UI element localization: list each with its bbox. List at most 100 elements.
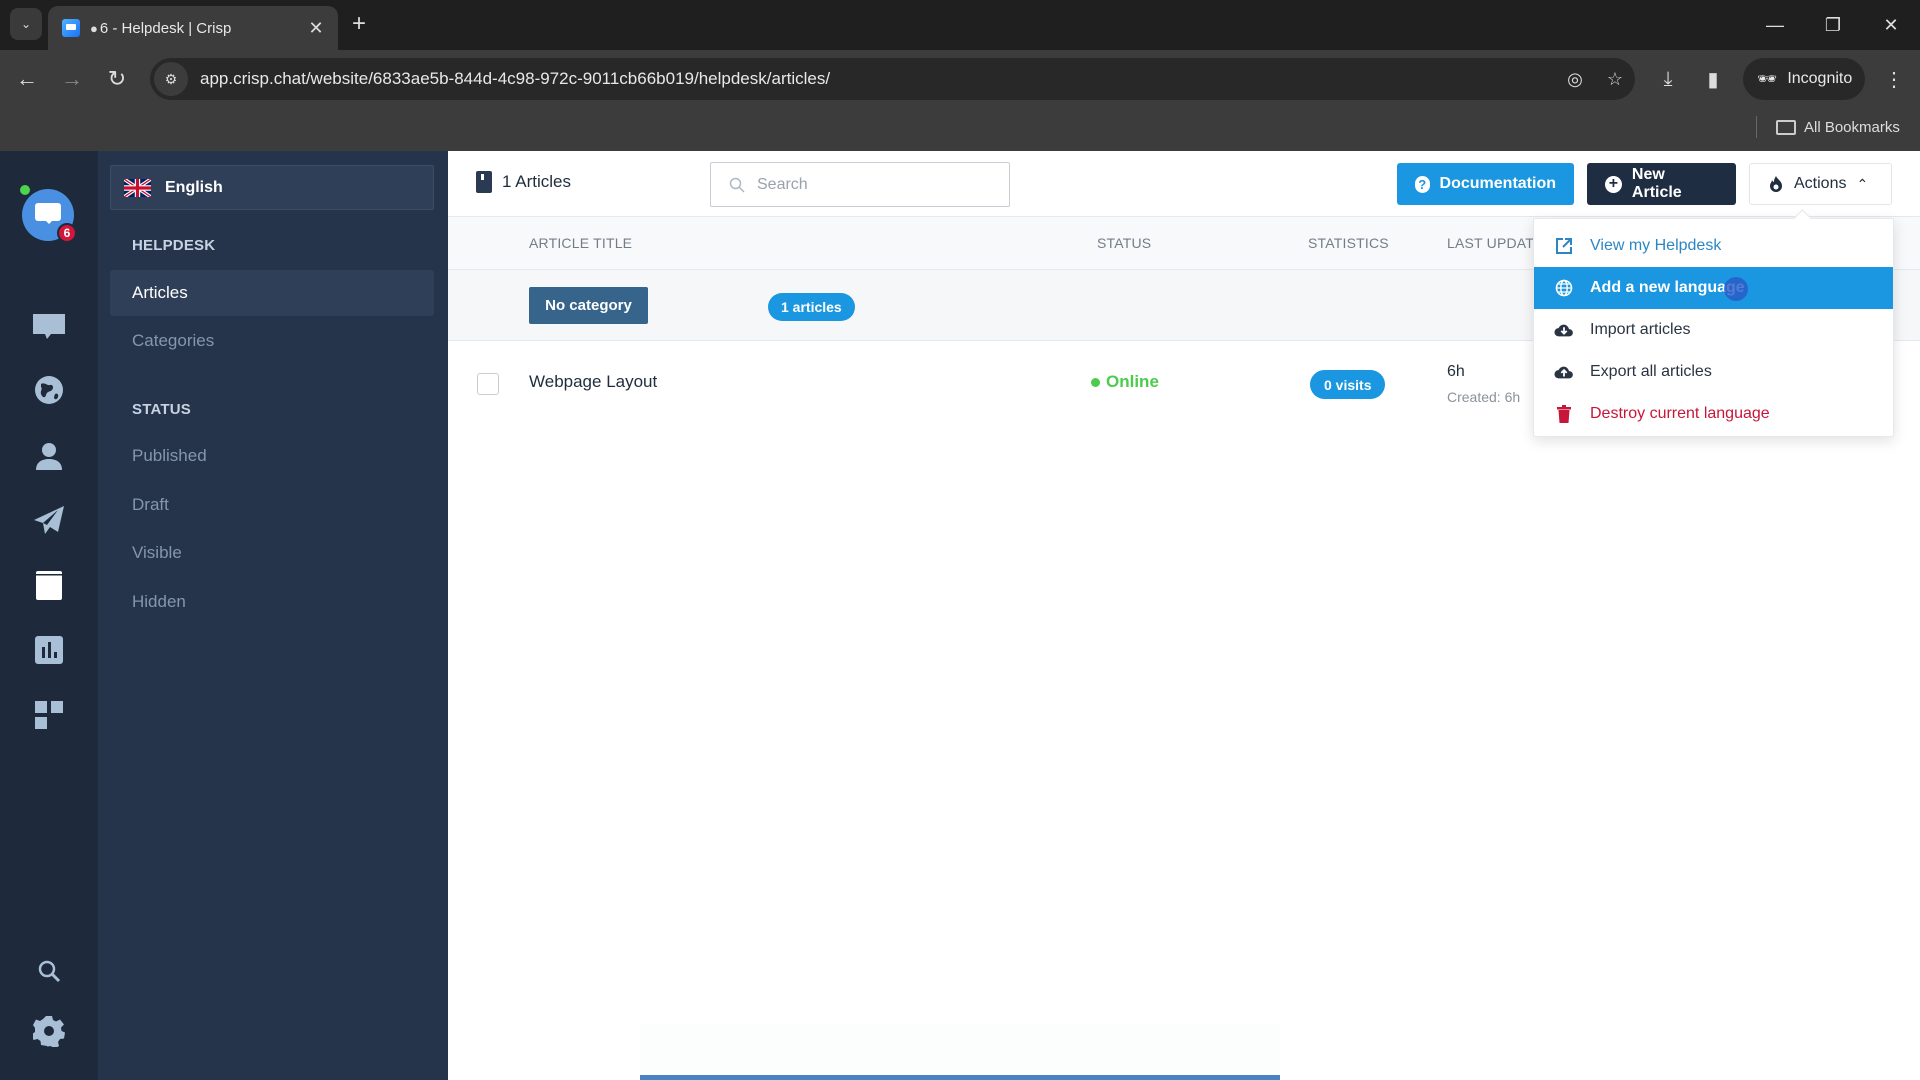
new-article-button[interactable]: + New Article <box>1587 163 1736 205</box>
plugins-icon[interactable] <box>29 695 69 735</box>
articles-count: 1 Articles <box>476 171 571 193</box>
minimize-button[interactable]: — <box>1746 0 1804 50</box>
menu-item-label: Import articles <box>1590 321 1691 338</box>
search-input[interactable] <box>757 175 977 194</box>
status-badge: Online <box>1091 372 1159 392</box>
language-selector[interactable]: English <box>110 165 434 210</box>
tab-search-button[interactable]: ⌄ <box>10 8 42 40</box>
url-text[interactable]: app.crisp.chat/website/6833ae5b-844d-4c9… <box>200 69 1555 89</box>
browser-tab[interactable]: ● 6 - Helpdesk | Crisp ✕ <box>48 6 338 50</box>
menu-item-label: Export all articles <box>1590 363 1712 380</box>
cloud-download-icon <box>1554 320 1574 340</box>
sidebar-item-hidden[interactable]: Hidden <box>110 579 434 625</box>
more-menu-icon[interactable]: ⋮ <box>1879 64 1909 94</box>
side-panel-icon[interactable]: ▮ <box>1698 64 1728 94</box>
cloud-upload-icon <box>1554 362 1574 382</box>
sidebar-item-label: Visible <box>132 543 182 562</box>
incognito-icon: 🕶 <box>1757 71 1778 88</box>
visitors-globe-icon[interactable] <box>29 370 69 410</box>
helpdesk-heading: HELPDESK <box>132 237 216 254</box>
online-status-dot <box>20 185 30 195</box>
chat-logo-icon <box>35 203 61 224</box>
column-article-title[interactable]: ARTICLE TITLE <box>529 235 632 251</box>
reload-button[interactable]: ↻ <box>102 64 132 94</box>
sidebar-item-label: Published <box>132 446 207 465</box>
tab-title: 6 - Helpdesk | Crisp <box>99 19 232 37</box>
sidebar-item-visible[interactable]: Visible <box>110 530 434 576</box>
sidebar-item-articles[interactable]: Articles <box>110 270 434 316</box>
analytics-icon[interactable] <box>29 630 69 670</box>
articles-header: 1 Articles ? Documentation + New Article… <box>448 151 1920 217</box>
last-updated: 6h <box>1447 363 1465 380</box>
browser-tab-bar: ⌄ ● 6 - Helpdesk | Crisp ✕ + — ❐ ✕ <box>0 0 1920 50</box>
column-status[interactable]: STATUS <box>1097 235 1151 251</box>
crisp-logo-button[interactable]: 6 <box>20 185 77 243</box>
online-dot-icon <box>1091 377 1100 387</box>
column-last-updated[interactable]: LAST UPDAT <box>1447 235 1534 251</box>
pointer-cursor-indicator <box>1724 277 1748 301</box>
download-icon[interactable]: ⤓ <box>1653 64 1683 94</box>
fire-icon <box>1770 176 1782 192</box>
bookmarks-bar: All Bookmarks <box>0 108 1920 151</box>
actions-label: Actions <box>1794 175 1847 192</box>
inbox-icon[interactable] <box>29 307 69 347</box>
external-link-icon <box>1554 236 1574 256</box>
new-article-label: New Article <box>1631 166 1682 201</box>
new-tab-button[interactable]: + <box>352 12 366 36</box>
sidebar-item-categories[interactable]: Categories <box>110 318 434 364</box>
forward-button[interactable]: → <box>57 64 87 94</box>
crisp-app: 6 English HELPDESK Articles Categories S… <box>0 151 1920 1080</box>
created-time: Created: 6h <box>1447 389 1521 405</box>
main-content: 1 Articles ? Documentation + New Article… <box>448 151 1920 1080</box>
chevron-down-icon: ⌄ <box>20 17 32 31</box>
search-icon <box>729 177 745 193</box>
incognito-indicator[interactable]: 🕶 Incognito <box>1743 58 1865 100</box>
helpdesk-icon[interactable] <box>29 565 69 605</box>
language-label: English <box>165 178 223 196</box>
search-field[interactable] <box>710 162 1010 207</box>
documentation-button[interactable]: ? Documentation <box>1397 163 1574 205</box>
row-checkbox[interactable] <box>477 373 499 395</box>
address-bar[interactable]: ⚙ app.crisp.chat/website/6833ae5b-844d-4… <box>150 58 1635 100</box>
tab-close-button[interactable]: ✕ <box>302 18 330 39</box>
browser-toolbar: ← → ↻ ⚙ app.crisp.chat/website/6833ae5b-… <box>0 50 1920 108</box>
menu-item-add-language[interactable]: Add a new language <box>1534 267 1893 309</box>
bookmark-star-icon[interactable]: ☆ <box>1595 69 1635 90</box>
maximize-button[interactable]: ❐ <box>1804 0 1862 50</box>
articles-count-label: 1 Articles <box>502 172 571 191</box>
sidebar-item-published[interactable]: Published <box>110 433 434 479</box>
campaigns-icon[interactable] <box>29 500 69 540</box>
contacts-icon[interactable] <box>29 436 69 476</box>
menu-item-destroy-language[interactable]: Destroy current language <box>1534 393 1893 435</box>
all-bookmarks-button[interactable]: All Bookmarks <box>1776 114 1900 140</box>
sidebar-item-draft[interactable]: Draft <box>110 482 434 528</box>
eye-off-icon[interactable]: ◎ <box>1555 69 1595 90</box>
site-info-icon[interactable]: ⚙ <box>154 62 188 96</box>
status-label: Online <box>1106 372 1159 391</box>
sidebar-item-label: Draft <box>132 495 169 514</box>
window-controls: — ❐ ✕ <box>1746 0 1920 50</box>
sidebar-item-label: Articles <box>132 283 188 302</box>
plus-circle-icon: + <box>1605 175 1622 193</box>
menu-item-export-articles[interactable]: Export all articles <box>1534 351 1893 393</box>
back-button[interactable]: ← <box>12 64 42 94</box>
search-icon[interactable] <box>29 951 69 991</box>
category-tag[interactable]: No category <box>529 287 648 324</box>
menu-item-label: Destroy current language <box>1590 405 1770 422</box>
actions-dropdown: View my Helpdesk Add a new language Impo… <box>1533 218 1894 437</box>
close-window-button[interactable]: ✕ <box>1862 0 1920 50</box>
menu-item-import-articles[interactable]: Import articles <box>1534 309 1893 351</box>
menu-item-view-helpdesk[interactable]: View my Helpdesk <box>1534 225 1893 267</box>
menu-item-label: Add a new language <box>1590 279 1745 296</box>
actions-button[interactable]: Actions ⌃ <box>1749 163 1892 205</box>
article-title[interactable]: Webpage Layout <box>529 372 657 392</box>
settings-icon[interactable] <box>29 1011 69 1051</box>
folder-icon <box>1776 119 1796 135</box>
bookmarks-separator <box>1756 116 1757 138</box>
status-heading: STATUS <box>132 401 191 418</box>
uk-flag-icon <box>123 177 152 198</box>
visits-badge: 0 visits <box>1310 370 1386 399</box>
column-statistics[interactable]: STATISTICS <box>1308 235 1389 251</box>
menu-item-label: View my Helpdesk <box>1590 237 1722 254</box>
help-icon: ? <box>1415 175 1430 193</box>
